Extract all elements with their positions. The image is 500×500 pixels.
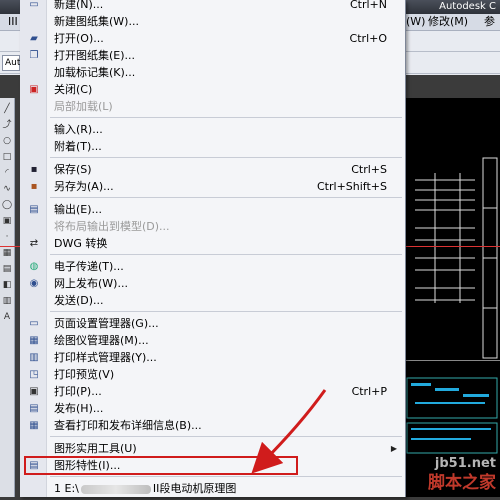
menu-item-drawing-utilities[interactable]: 图形实用工具(U) ▶ (20, 440, 405, 457)
menu-item-load-markup[interactable]: 加载标记集(K)... (20, 64, 405, 81)
menu-separator (50, 311, 402, 312)
menu-separator (50, 157, 402, 158)
circle-icon[interactable]: ○ (2, 136, 12, 146)
plot-style-icon: ▥ (29, 352, 39, 363)
watermark: jb51.net 脚本之家 (428, 456, 496, 494)
menu-item-close[interactable]: ▣ 关闭(C) (20, 81, 405, 98)
menu-item-page-setup[interactable]: ▭ 页面设置管理器(G)... (20, 315, 405, 332)
save-as-icon: ▪ (30, 181, 38, 192)
drawing-canvas[interactable] (405, 98, 500, 497)
ellipse-icon[interactable]: ◯ (2, 200, 12, 210)
menu-separator (50, 197, 402, 198)
insert-block-icon[interactable]: ▣ (2, 216, 12, 226)
menu-separator (50, 117, 402, 118)
export-icon: ▤ (29, 204, 39, 215)
menubar-item-param[interactable]: 参 (484, 14, 495, 30)
plot-details-icon: ▦ (29, 420, 39, 431)
left-vertical-toolbar: ╱ ⤴ ○ □ ◜ ∿ ◯ ▣ · ▦ ▤ ◧ ▥ A (0, 98, 15, 497)
open-sheetset-icon: ❐ (29, 50, 39, 61)
open-icon: ▰ (30, 33, 38, 44)
close-icon: ▣ (29, 84, 39, 95)
menu-item-plotter-manager[interactable]: ▦ 绘图仪管理器(M)... (20, 332, 405, 349)
submenu-arrow-icon: ▶ (390, 444, 397, 453)
menu-item-partial-load: 局部加载(L) (54, 100, 113, 113)
menu-item-print[interactable]: ▣ 打印(P)... Ctrl+P (20, 383, 405, 400)
menu-item-send[interactable]: 发送(D)... (20, 292, 405, 309)
etransmit-icon: ◍ (29, 261, 39, 272)
new-icon: ▭ (29, 0, 39, 10)
highlight-box (24, 456, 298, 475)
watermark-url: jb51.net (434, 456, 496, 471)
arc-icon[interactable]: ◜ (2, 168, 12, 178)
menu-item-plot-details[interactable]: ▦ 查看打印和发布详细信息(B)... (20, 417, 405, 434)
table-icon[interactable]: ▥ (2, 296, 12, 306)
menu-item-save[interactable]: ▪ 保存(S) Ctrl+S (20, 161, 405, 178)
app-title: Autodesk C (439, 1, 496, 12)
polyline-icon[interactable]: ⤴ (2, 120, 12, 130)
recent-file-name: II段电动机原理图 (152, 482, 237, 495)
publish-icon: ▤ (29, 403, 39, 414)
menu-item-open-sheetset[interactable]: ❐ 打开图纸集(E)... (20, 47, 405, 64)
recent-file-prefix: 1 E:\ (54, 482, 79, 495)
menu-item-new-sheetset[interactable]: 新建图纸集(W)... (20, 13, 405, 30)
save-icon: ▪ (30, 164, 38, 175)
gradient-icon[interactable]: ▤ (2, 264, 12, 274)
menu-item-export-layout: 将布局输出到模型(D)... (54, 220, 170, 233)
menu-item-import[interactable]: 输入(R)... (20, 121, 405, 138)
dwg-convert-icon: ⇄ (29, 238, 39, 249)
mtext-icon[interactable]: A (2, 312, 12, 322)
menubar-item-modify[interactable]: 修改(M) (428, 14, 468, 30)
menu-separator (50, 476, 402, 477)
print-icon: ▣ (29, 386, 39, 397)
file-menu-dropdown: ▭ 新建(N)... Ctrl+N 新建图纸集(W)... ▰ 打开(O)...… (20, 0, 406, 497)
watermark-name: 脚本之家 (428, 473, 496, 493)
menu-item-new[interactable]: ▭ 新建(N)... Ctrl+N (20, 0, 405, 13)
plotter-icon: ▦ (29, 335, 39, 346)
menu-item-export[interactable]: ▤ 输出(E)... (20, 201, 405, 218)
plot-preview-icon: ◳ (29, 369, 39, 380)
line-icon[interactable]: ╱ (2, 104, 12, 114)
menu-item-plot-style-manager[interactable]: ▥ 打印样式管理器(Y)... (20, 349, 405, 366)
rectangle-icon[interactable]: □ (2, 152, 12, 162)
menu-item-save-as[interactable]: ▪ 另存为(A)... Ctrl+Shift+S (20, 178, 405, 195)
page-setup-icon: ▭ (29, 318, 39, 329)
menu-item-open[interactable]: ▰ 打开(O)... Ctrl+O (20, 30, 405, 47)
menu-separator (50, 436, 402, 437)
electrical-schematic-drawing (405, 157, 500, 454)
menu-item-plot-preview[interactable]: ◳ 打印预览(V) (20, 366, 405, 383)
region-icon[interactable]: ◧ (2, 280, 12, 290)
menu-item-etransmit[interactable]: ◍ 电子传递(T)... (20, 258, 405, 275)
menu-separator (50, 254, 402, 255)
menubar-item-tab[interactable]: III (8, 14, 18, 30)
menu-item-publish[interactable]: ▤ 发布(H)... (20, 400, 405, 417)
menu-item-attach[interactable]: 附着(T)... (20, 138, 405, 155)
point-icon[interactable]: · (2, 232, 12, 242)
workspace-combo[interactable]: Autc (2, 55, 25, 71)
menu-item-recent-file[interactable]: 1 E:\ II段电动机原理图 (20, 480, 405, 497)
hatch-icon[interactable]: ▦ (2, 248, 12, 258)
redacted-path (80, 484, 151, 494)
publish-web-icon: ◉ (29, 278, 39, 289)
menu-item-dwg-convert[interactable]: ⇄ DWG 转换 (20, 235, 405, 252)
spline-icon[interactable]: ∿ (2, 184, 12, 194)
menu-item-publish-web[interactable]: ◉ 网上发布(W)... (20, 275, 405, 292)
menubar-item-window[interactable]: (W) (406, 14, 425, 30)
